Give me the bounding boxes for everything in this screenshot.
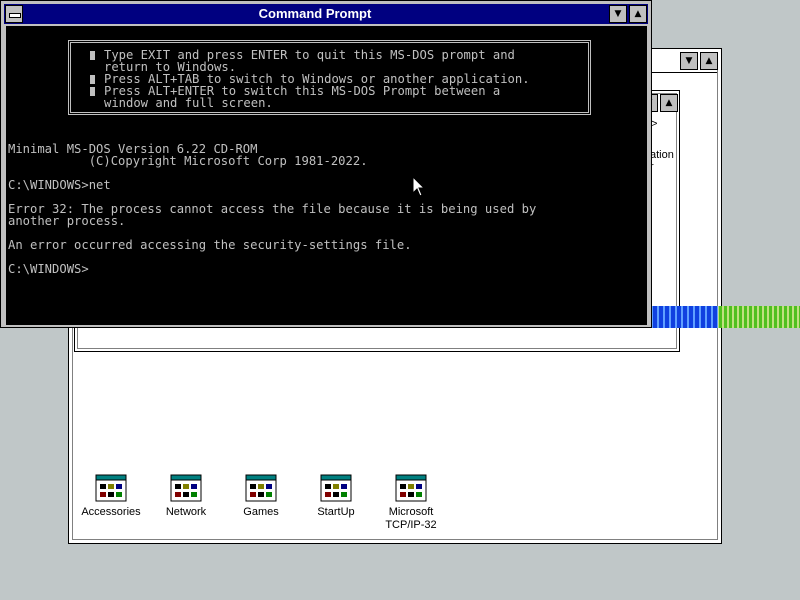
program-group-icon xyxy=(245,474,277,502)
program-group-icon xyxy=(170,474,202,502)
console-line: C:\WINDOWS>net xyxy=(8,178,111,192)
program-group-startup[interactable]: StartUp xyxy=(296,474,376,519)
mouse-pointer-icon xyxy=(412,176,426,197)
console-line: An error occurred accessing the security… xyxy=(8,238,412,252)
bullet-icon xyxy=(90,51,95,60)
system-menu-icon[interactable] xyxy=(5,5,23,23)
maximize-arrow-icon[interactable]: ▲ xyxy=(700,52,718,70)
minimize-arrow-icon[interactable]: ▼ xyxy=(680,52,698,70)
program-group-icon xyxy=(395,474,427,502)
window-title: Command Prompt xyxy=(258,6,372,21)
program-group-label: Microsoft TCP/IP-32 xyxy=(385,506,437,531)
console-screen[interactable]: Type EXIT and press ENTER to quit this M… xyxy=(6,26,647,325)
program-group-label: Network xyxy=(165,506,207,518)
program-group-tcpip[interactable]: Microsoft TCP/IP-32 xyxy=(371,474,451,532)
program-group-games[interactable]: Games xyxy=(221,474,301,519)
info-line: window and full screen. xyxy=(104,96,273,110)
program-group-icon xyxy=(320,474,352,502)
program-group-label: Accessories xyxy=(81,506,141,518)
program-group-network[interactable]: Network xyxy=(146,474,226,519)
maximize-arrow-icon[interactable]: ▲ xyxy=(629,5,647,23)
peek-text-1: ation xyxy=(650,149,674,161)
minimize-arrow-icon[interactable]: ▼ xyxy=(609,5,627,23)
bullet-icon xyxy=(90,87,95,96)
group-maximize-arrow-icon[interactable]: ▲ xyxy=(660,94,678,112)
program-group-label: StartUp xyxy=(317,506,355,518)
program-group-icon xyxy=(95,474,127,502)
console-line: another process. xyxy=(8,214,126,228)
console-line: (C)Copyright Microsoft Corp 1981-2022. xyxy=(8,154,368,168)
command-prompt-titlebar[interactable]: Command Prompt ▼ ▲ xyxy=(4,4,648,24)
program-group-label: Games xyxy=(243,506,279,518)
program-group-accessories[interactable]: Accessories xyxy=(71,474,151,519)
bullet-icon xyxy=(90,75,95,84)
console-line: C:\WINDOWS> xyxy=(8,262,89,276)
info-box: Type EXIT and press ENTER to quit this M… xyxy=(68,40,591,115)
command-prompt-window[interactable]: Command Prompt ▼ ▲ Type EXIT and press E… xyxy=(0,0,652,328)
